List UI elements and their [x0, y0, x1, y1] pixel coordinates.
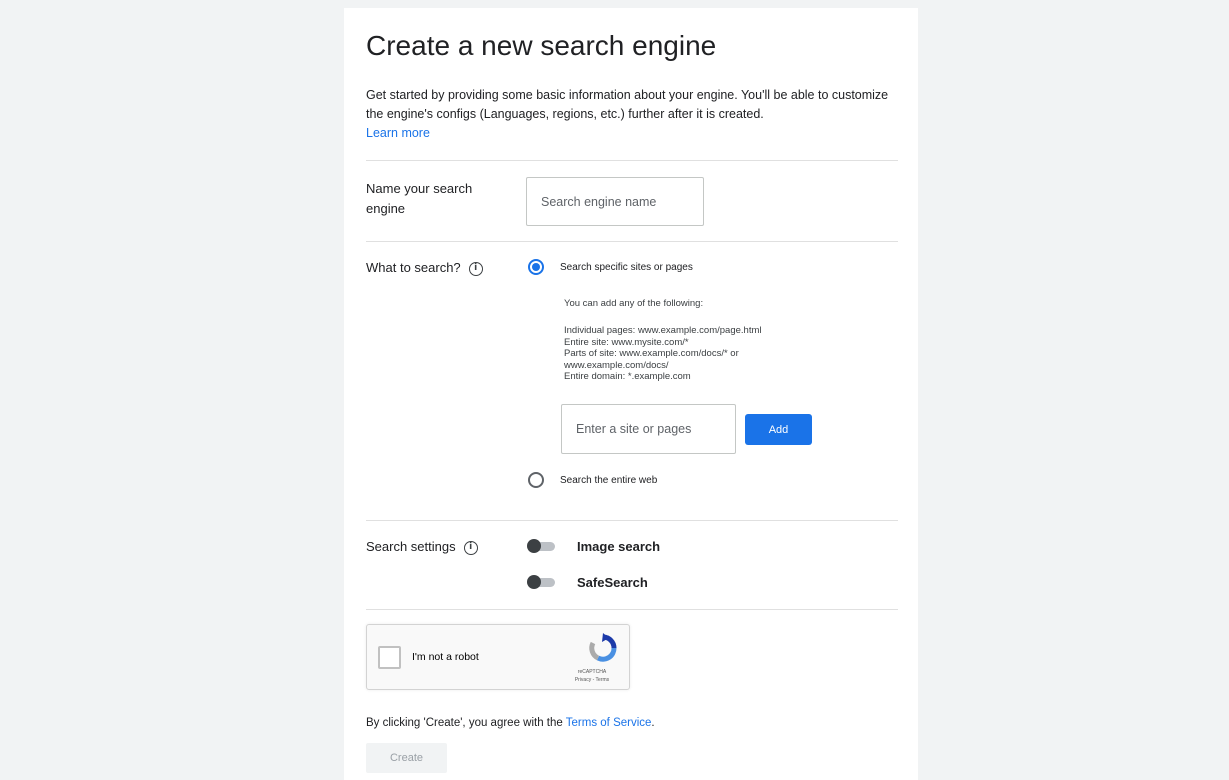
what-to-search-label: What to search? [366, 260, 461, 275]
what-to-search-label-row: What to search? i [366, 258, 483, 278]
intro-text-block: Get started by providing some basic info… [366, 86, 906, 143]
help-line: www.example.com/docs/ [564, 359, 669, 371]
search-settings-label: Search settings [366, 539, 456, 554]
safesearch-label: SafeSearch [577, 575, 648, 590]
radio-entire-web[interactable] [528, 472, 544, 488]
safesearch-toggle[interactable] [527, 575, 557, 589]
engine-name-input[interactable] [526, 177, 704, 226]
divider [366, 160, 898, 161]
help-line: Parts of site: www.example.com/docs/* or [564, 348, 739, 359]
radio-specific-sites-label: Search specific sites or pages [560, 262, 693, 273]
site-input[interactable] [561, 404, 736, 454]
help-line: Individual pages: www.example.com/page.h… [564, 325, 762, 336]
search-settings-label-row: Search settings i [366, 537, 478, 557]
info-icon[interactable]: i [463, 540, 478, 555]
intro-text: Get started by providing some basic info… [366, 88, 889, 121]
terms-suffix: . [651, 717, 655, 729]
radio-entire-web-label: Search the entire web [560, 475, 658, 486]
terms-text: By clicking 'Create', you agree with the… [366, 717, 655, 729]
help-line: Entire domain: *.example.com [564, 371, 691, 382]
add-site-button[interactable]: Add [745, 414, 812, 445]
divider [366, 241, 898, 242]
name-label: Name your search engine [366, 181, 473, 216]
recaptcha-brand: reCAPTCHA [577, 669, 607, 675]
terms-prefix: By clicking 'Create', you agree with the [366, 717, 566, 729]
terms-of-service-link[interactable]: Terms of Service [566, 717, 652, 729]
recaptcha-label: I'm not a robot [412, 651, 479, 663]
recaptcha-logo-icon [589, 633, 617, 662]
help-line: Entire site: www.mysite.com/* [564, 336, 689, 348]
divider [366, 520, 898, 521]
divider [366, 609, 898, 610]
page-title: Create a new search engine [366, 30, 717, 61]
create-button[interactable]: Create [366, 743, 447, 773]
image-search-label: Image search [577, 539, 661, 554]
recaptcha-widget: I'm not a robot reCAPTCHA Privacy - Term… [366, 624, 630, 690]
radio-specific-sites[interactable] [528, 259, 544, 275]
image-search-toggle[interactable] [527, 539, 557, 553]
toggle-thumb [527, 575, 541, 589]
create-engine-card: Create a new search engine Get started b… [344, 8, 918, 780]
recaptcha-privacy-terms[interactable]: Privacy - Terms [557, 677, 627, 683]
help-intro: You can add any of the following: [564, 298, 704, 309]
info-icon[interactable]: i [468, 261, 483, 276]
toggle-thumb [527, 539, 541, 553]
recaptcha-checkbox[interactable] [378, 646, 401, 669]
learn-more-link[interactable]: Learn more [366, 126, 430, 140]
